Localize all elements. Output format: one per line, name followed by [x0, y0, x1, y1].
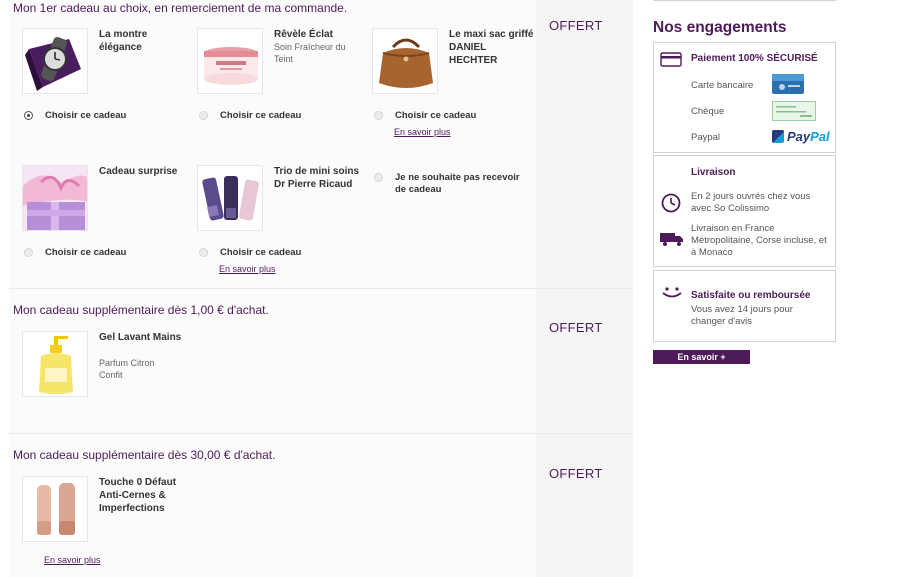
- choose-gift-trio[interactable]: Choisir ce cadeau: [199, 247, 301, 258]
- choose-gift-watch[interactable]: Choisir ce cadeau: [24, 110, 126, 121]
- engagements-title: Nos engagements: [653, 19, 787, 36]
- section-divider: [9, 288, 633, 289]
- watch-image: [22, 28, 88, 94]
- surprise-gift-image: [22, 165, 88, 231]
- payment-box: Paiement 100% SÉCURISÉ Carte bancaire Ch…: [653, 42, 836, 153]
- more-link-concealer[interactable]: En savoir plus: [44, 555, 101, 565]
- choose-gift-surprise[interactable]: Choisir ce cadeau: [24, 247, 126, 258]
- radio-checked-icon[interactable]: [24, 111, 33, 120]
- delivery-head: Livraison: [691, 167, 736, 178]
- choose-gift-bag[interactable]: Choisir ce cadeau: [374, 110, 476, 121]
- satisfaction-text: Vous avez 14 jours pour changer d'avis: [691, 304, 793, 327]
- sidebar-top-line: [653, 0, 836, 1]
- trio-minis-image: [197, 165, 263, 231]
- truck-icon: [659, 231, 685, 252]
- gift-selection-page: Mon 1er cadeau au choix, en remerciement…: [0, 0, 900, 577]
- radio-icon[interactable]: [24, 248, 33, 257]
- delivery-box: Livraison En 2 jours ouvrés chez vous av…: [653, 155, 836, 267]
- paypal-logo: PayPal: [772, 129, 830, 144]
- choose-label: Choisir ce cadeau: [220, 110, 302, 121]
- gift-name-trio: Trio de mini soins Dr Pierre Ricaud: [274, 166, 360, 190]
- gift-name-hand-wash: Gel Lavant Mains: [99, 332, 182, 343]
- gift-name-concealer: Touche 0 Défaut Anti-Cernes & Imperfecti…: [99, 477, 177, 514]
- more-link-bag[interactable]: En savoir plus: [394, 127, 451, 137]
- cheque-logo-icon: [772, 101, 816, 126]
- delivery-line1: En 2 jours ouvrés chez vous avec So Coli…: [691, 191, 811, 214]
- section3-offert-label: OFFERT: [549, 466, 603, 481]
- section1-offert-label: OFFERT: [549, 18, 603, 33]
- gift-name-surprise: Cadeau surprise: [99, 166, 178, 177]
- radio-icon[interactable]: [199, 111, 208, 120]
- choose-label: Choisir ce cadeau: [395, 110, 477, 121]
- section2-offert-label: OFFERT: [549, 320, 603, 335]
- payment-method-cheque: Chèque: [691, 106, 725, 117]
- payment-head: Paiement 100% SÉCURISÉ: [691, 53, 818, 64]
- payment-method-paypal: Paypal: [691, 132, 721, 143]
- bag-image: [372, 28, 438, 94]
- choose-label: Choisir ce cadeau: [220, 247, 302, 258]
- card-icon: [660, 52, 682, 72]
- hand-wash-image: [22, 331, 88, 397]
- cream-image: [197, 28, 263, 94]
- en-savoir-plus-button[interactable]: En savoir +: [653, 350, 750, 364]
- no-gift-option[interactable]: Je ne souhaite pas recevoir de cadeau: [374, 172, 525, 196]
- section2-title: Mon cadeau supplémentaire dès 1,00 € d'a…: [13, 303, 269, 317]
- section1-title: Mon 1er cadeau au choix, en remerciement…: [13, 1, 348, 15]
- choose-gift-cream[interactable]: Choisir ce cadeau: [199, 110, 301, 121]
- choose-label: Choisir ce cadeau: [45, 110, 127, 121]
- more-link-trio[interactable]: En savoir plus: [219, 264, 276, 274]
- concealer-image: [22, 476, 88, 542]
- delivery-line2: Livraison en France Métropolitaine, Cors…: [691, 223, 827, 258]
- section-divider: [9, 433, 633, 434]
- choose-label: Choisir ce cadeau: [45, 247, 127, 258]
- payment-method-card: Carte bancaire: [691, 80, 754, 91]
- satisfaction-box: Satisfaite ou remboursée Vous avez 14 jo…: [653, 270, 836, 342]
- clock-icon: [660, 192, 682, 219]
- satisfaction-head: Satisfaite ou remboursée: [691, 290, 811, 301]
- smile-icon: [661, 285, 683, 304]
- no-gift-label: Je ne souhaite pas recevoir de cadeau: [395, 172, 520, 195]
- credit-card-logo-icon: [772, 74, 804, 99]
- radio-icon[interactable]: [374, 111, 383, 120]
- paypal-logo-text: PayPal: [787, 129, 830, 144]
- section3-title: Mon cadeau supplémentaire dès 30,00 € d'…: [13, 448, 276, 462]
- radio-icon[interactable]: [199, 248, 208, 257]
- gift-desc-cream: Soin Fraîcheur du Teint: [274, 42, 346, 64]
- radio-icon[interactable]: [374, 173, 383, 182]
- gift-name-watch: La montre élégance: [99, 29, 148, 53]
- gift-name-bag: Le maxi sac griffé DANIEL HECHTER: [449, 29, 534, 66]
- gift-desc-hand-wash: Parfum Citron Confit: [99, 358, 155, 380]
- gift-name-cream: Rêvèle Éclat: [274, 29, 333, 40]
